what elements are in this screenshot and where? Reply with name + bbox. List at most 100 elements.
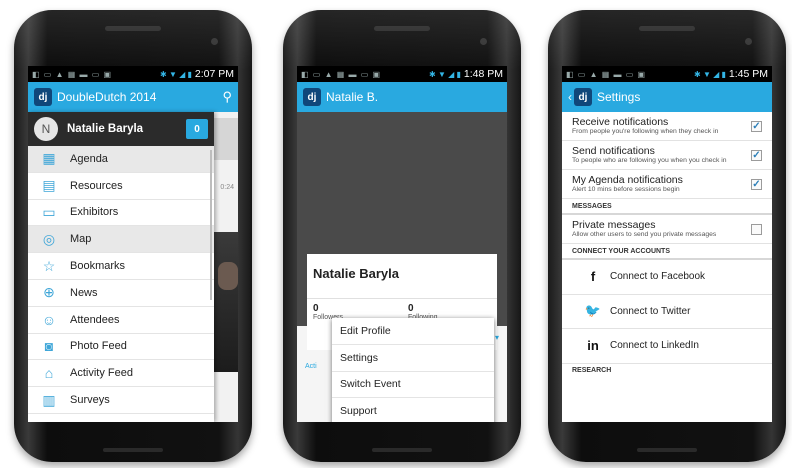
status-bar: ◧ ▭ ▲ ▦ ▬ ▭ ▣ ✱ ▼ ◢ ▮ 1:48 PM [297,66,507,82]
status-time: 1:48 PM [463,68,503,80]
menu-item-support[interactable]: Support [332,398,494,422]
connect-facebook-button[interactable]: f Connect to Facebook [562,260,772,295]
menu-item-activity-feed[interactable]: ⌂ Activity Feed [28,360,214,388]
user-name: Natalie Baryla [67,123,144,135]
action-bar: ‹ dj Settings [562,82,772,112]
menu-item-exhibitors[interactable]: ▭ Exhibitors [28,200,214,227]
app-logo-icon[interactable]: dj [34,88,52,106]
page-title: Natalie B. [326,90,379,104]
dropdown-arrow-icon[interactable]: ▾ [495,333,499,342]
menu-item-settings[interactable]: Settings [332,345,494,372]
action-bar: dj DoubleDutch 2014 ⚲ [28,82,238,112]
menu-item-resources[interactable]: ▤ Resources [28,173,214,200]
menu-item-agenda[interactable]: ▦ Agenda [28,146,214,173]
menu-item-news[interactable]: ⊕ News [28,280,214,307]
earpiece [639,26,695,31]
app-title: DoubleDutch 2014 [57,90,157,104]
avatar[interactable]: N [34,117,58,141]
menu-item-label: Photo Feed [70,340,127,353]
map-pin-icon: ◎ [42,230,56,247]
book-icon: ▤ [42,177,56,194]
drawer-scrollbar[interactable] [210,150,212,300]
nav-drawer: N Natalie Baryla 0 ▦ Agenda ▤ Resources … [28,112,214,422]
menu-item-bookmarks[interactable]: ☆ Bookmarks [28,253,214,280]
connect-label: Connect to LinkedIn [610,340,699,352]
setting-description: Allow other users to send you private me… [572,231,717,238]
menu-item-label: News [70,286,98,299]
status-bar: ◧ ▭ ▲ ▦ ▬ ▭ ▣ ✱ ▼ ◢ ▮ 2:07 PM [28,66,238,82]
screen-settings: ◧ ▭ ▲ ▦ ▬ ▭ ▣ ✱ ▼ ◢ ▮ 1:45 PM ‹ dj Setti… [562,66,772,422]
overflow-menu: Edit Profile Settings Switch Event Suppo… [332,318,494,422]
section-header-messages: MESSAGES [562,199,772,215]
notification-badge[interactable]: 0 [186,119,208,139]
setting-agenda-notifications[interactable]: My Agenda notifications Alert 10 mins be… [562,170,772,199]
menu-item-label: Attendees [70,313,120,326]
linkedin-icon: in [587,338,599,354]
earpiece [374,26,430,31]
menu-item-label: Surveys [70,394,110,407]
facebook-icon: f [590,269,596,285]
tab-activity[interactable]: Acti [305,363,317,370]
profile-name: Natalie Baryla [313,266,399,281]
setting-title: Private messages [572,219,656,231]
screen-profile: ◧ ▭ ▲ ▦ ▬ ▭ ▣ ✱ ▼ ◢ ▮ 1:48 PM dj Natalie… [297,66,507,422]
menu-item-map[interactable]: ◎ Map [28,226,214,254]
connect-linkedin-button[interactable]: in Connect to LinkedIn [562,329,772,364]
back-icon[interactable]: ‹ [568,90,572,104]
status-time: 2:07 PM [194,68,234,80]
app-logo-icon[interactable]: dj [574,88,592,106]
home-icon: ⌂ [44,365,54,382]
connect-twitter-button[interactable]: 🐦 Connect to Twitter [562,295,772,329]
connect-label: Connect to Twitter [610,305,691,317]
checkbox-unchecked[interactable] [751,224,762,235]
menu-item-edit-profile[interactable]: Edit Profile [332,318,494,345]
section-header-connect: CONNECT YOUR ACCOUNTS [562,244,772,260]
setting-send-notifications[interactable]: Send notifications To people who are fol… [562,141,772,170]
setting-description: To people who are following you when you… [572,157,727,164]
menu-item-label: Activity Feed [70,367,133,380]
phone-profile: ◧ ▭ ▲ ▦ ▬ ▭ ▣ ✱ ▼ ◢ ▮ 1:48 PM dj Natalie… [283,10,521,462]
followers-count: 0 [313,303,319,314]
setting-title: Send notifications [572,145,655,157]
menu-item-switch-event[interactable]: Switch Event [332,372,494,399]
menu-item-attendees[interactable]: ☺ Attendees [28,307,214,334]
setting-description: From people you're following when they c… [572,128,719,135]
menu-item-label: Resources [70,179,123,192]
signal-icon: ✱ ▼ ◢ ▮ [694,69,726,79]
star-icon: ☆ [42,257,56,274]
checkbox-checked[interactable]: ✓ [751,121,762,132]
signal-icon: ✱ ▼ ◢ ▮ [429,69,461,79]
booth-icon: ▭ [42,203,56,220]
checkbox-checked[interactable]: ✓ [751,150,762,161]
page-title: Settings [597,90,641,104]
bar-chart-icon: ▥ [42,391,56,408]
status-bar: ◧ ▭ ▲ ▦ ▬ ▭ ▣ ✱ ▼ ◢ ▮ 1:45 PM [562,66,772,82]
notification-icons: ◧ ▭ ▲ ▦ ▬ ▭ ▣ [32,69,113,79]
front-camera [480,38,487,45]
app-logo-icon[interactable]: dj [303,88,321,106]
drawer-profile-header[interactable]: N Natalie Baryla 0 [28,112,214,146]
setting-title: Receive notifications [572,116,669,128]
setting-private-messages[interactable]: Private messages Allow other users to se… [562,215,772,244]
menu-item-label: Exhibitors [70,206,119,219]
connect-label: Connect to Facebook [610,271,706,283]
search-icon[interactable]: ⚲ [222,89,232,105]
checkbox-checked[interactable]: ✓ [751,179,762,190]
front-camera [745,38,752,45]
globe-icon: ⊕ [43,284,55,301]
camera-icon: ◙ [44,338,54,355]
showcase-stage: ◧ ▭ ▲ ▦ ▬ ▭ ▣ ✱ ▼ ◢ ▮ 2:07 PM dj DoubleD… [0,0,792,468]
front-camera [211,38,218,45]
screen-menu: ◧ ▭ ▲ ▦ ▬ ▭ ▣ ✱ ▼ ◢ ▮ 2:07 PM dj DoubleD… [28,66,238,422]
earpiece [105,26,161,31]
setting-description: Alert 10 mins before sessions begin [572,186,680,193]
calendar-icon: ▦ [42,150,56,167]
phone-settings: ◧ ▭ ▲ ▦ ▬ ▭ ▣ ✱ ▼ ◢ ▮ 1:45 PM ‹ dj Setti… [548,10,786,462]
settings-list: Receive notifications From people you're… [562,112,772,422]
feed-time: 0:24 [220,184,234,191]
status-time: 1:45 PM [728,68,768,80]
menu-item-surveys[interactable]: ▥ Surveys [28,387,214,414]
following-count: 0 [408,303,414,314]
menu-item-photo-feed[interactable]: ◙ Photo Feed [28,334,214,361]
setting-receive-notifications[interactable]: Receive notifications From people you're… [562,112,772,141]
